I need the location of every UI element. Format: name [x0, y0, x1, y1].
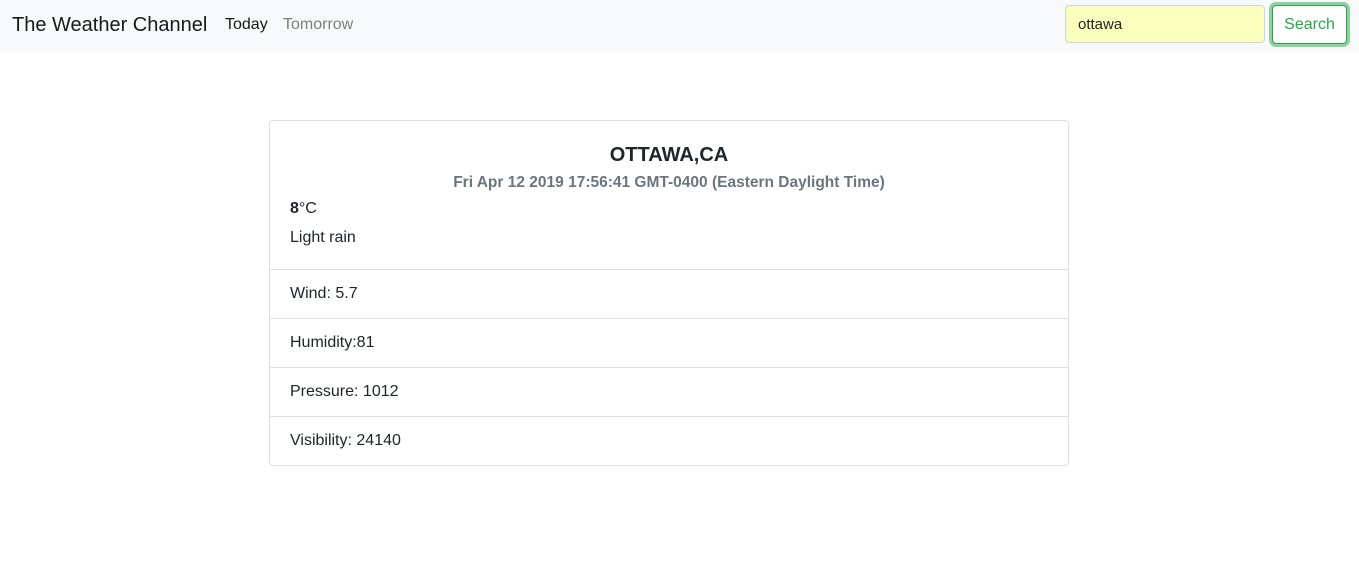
temperature-unit: °C	[298, 200, 317, 217]
temperature: 8°C	[290, 199, 317, 219]
nav-link-today[interactable]: Today	[225, 15, 268, 35]
wind-item: Wind: 5.7	[270, 270, 1068, 319]
city-title: OTTAWA,CA	[609, 144, 729, 166]
weather-card-body: OTTAWA,CA Fri Apr 12 2019 17:56:41 GMT-0…	[270, 121, 1068, 270]
visibility-item: Visibility: 24140	[290, 432, 401, 449]
brand-link[interactable]: The Weather Channel	[12, 12, 207, 38]
humidity-item: Humidity:81	[270, 319, 1068, 368]
weather-card: OTTAWA,CA Fri Apr 12 2019 17:56:41 GMT-0…	[269, 120, 1069, 466]
pressure-item: Pressure: 1012	[270, 368, 1068, 417]
search-input[interactable]	[1065, 5, 1265, 43]
nav-link-tomorrow[interactable]: Tomorrow	[283, 15, 353, 35]
temperature-value: 8	[290, 200, 299, 217]
navbar: The Weather Channel Today Tomorrow Searc…	[0, 0, 1359, 51]
search-button[interactable]: Search	[1272, 5, 1347, 44]
weather-condition: Light rain	[290, 229, 356, 246]
date-subtitle: Fri Apr 12 2019 17:56:41 GMT-0400 (Easte…	[453, 174, 885, 191]
